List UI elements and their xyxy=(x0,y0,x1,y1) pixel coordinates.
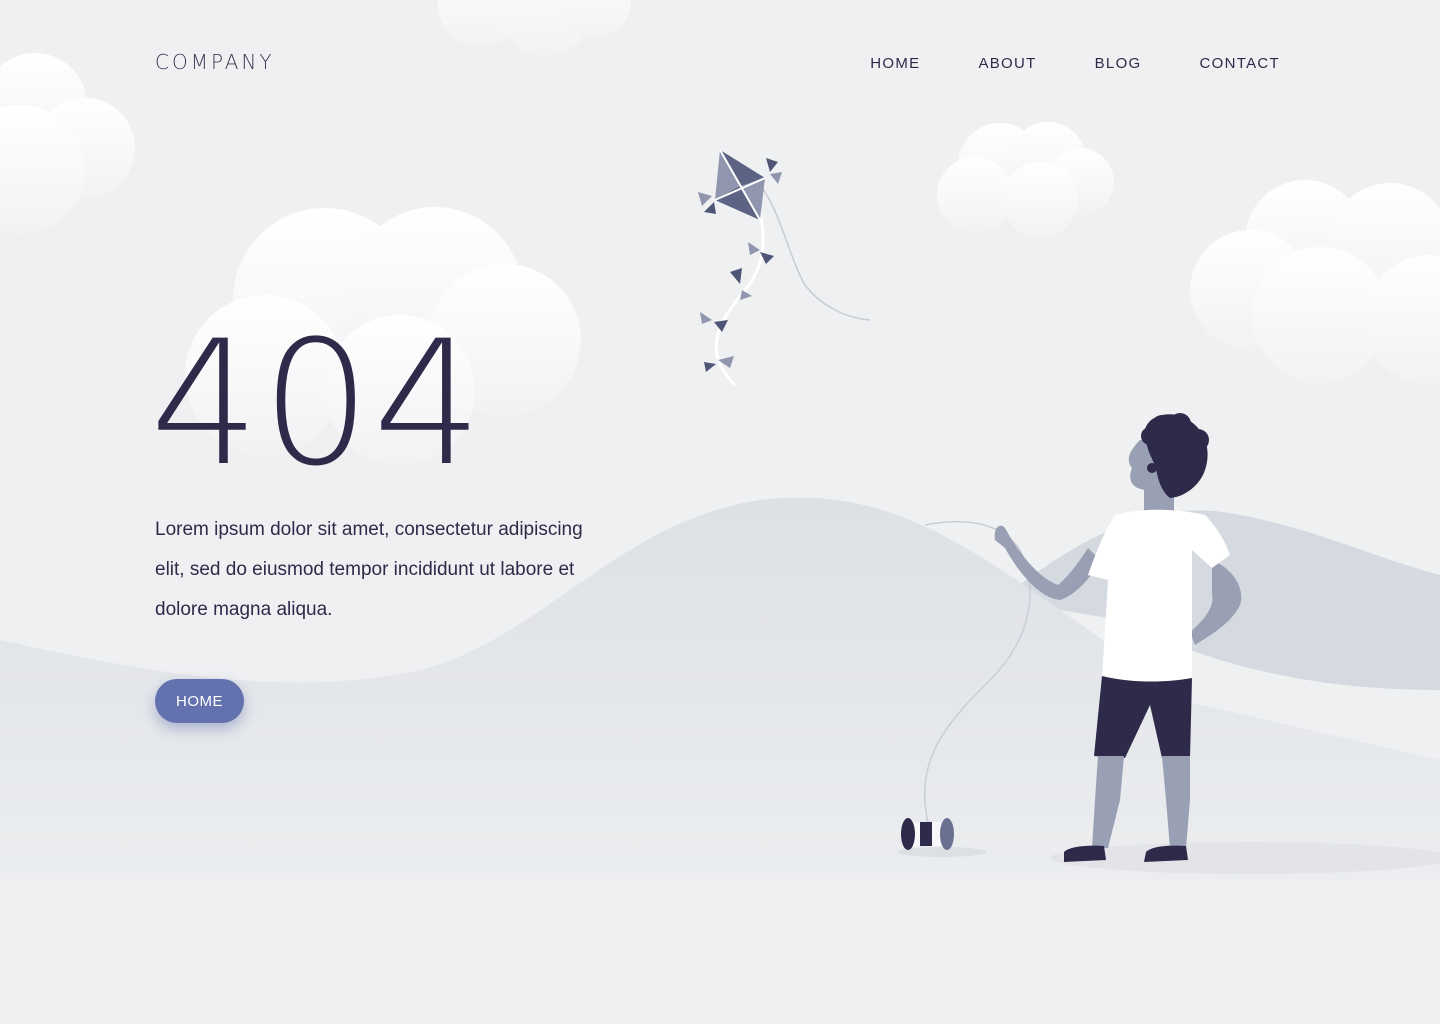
error-code: 404 xyxy=(150,303,485,504)
nav-blog[interactable]: BLOG xyxy=(1095,55,1142,72)
cloud-icon xyxy=(438,0,631,56)
error-description: Lorem ipsum dolor sit amet, consectetur … xyxy=(155,519,583,620)
cloud-icon xyxy=(1190,180,1440,385)
nav-home[interactable]: HOME xyxy=(870,55,920,72)
cloud-icon xyxy=(0,53,135,235)
home-button[interactable]: HOME xyxy=(155,679,244,723)
cloud-icon xyxy=(937,122,1114,238)
main-nav: HOME ABOUT BLOG CONTACT xyxy=(870,55,1280,72)
company-logo[interactable]: COMPANY xyxy=(155,50,275,74)
nav-about[interactable]: ABOUT xyxy=(978,55,1036,72)
nav-contact[interactable]: CONTACT xyxy=(1200,55,1280,72)
kite-icon xyxy=(698,149,871,387)
